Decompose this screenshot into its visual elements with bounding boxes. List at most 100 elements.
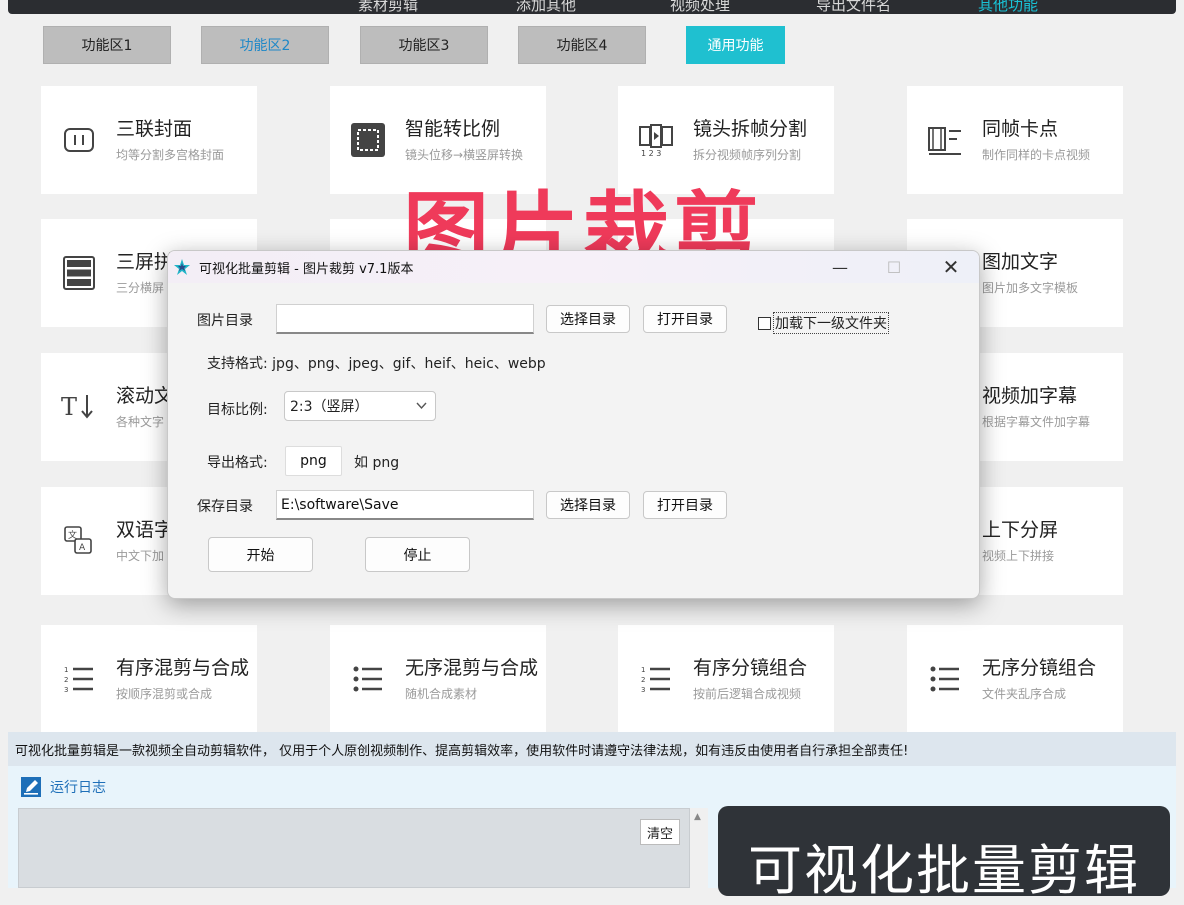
svg-text:3: 3: [64, 686, 68, 694]
zone-4-button[interactable]: 功能区4: [518, 26, 646, 64]
feature-card[interactable]: 无序混剪与合成 随机合成素材: [330, 625, 546, 733]
bullet-list-icon: [350, 661, 386, 697]
minimize-icon[interactable]: —: [820, 255, 860, 279]
export-format-label: 导出格式:: [207, 455, 268, 471]
choose-save-dir-button[interactable]: 选择目录: [546, 491, 630, 519]
feature-card[interactable]: 1 2 3 有序混剪与合成 按顺序混剪或合成: [41, 625, 257, 733]
card-title: 三联封面: [116, 118, 193, 140]
ordered-list-icon: 1 2 3: [638, 661, 674, 697]
zone-1-button[interactable]: 功能区1: [43, 26, 171, 64]
card-subtitle: 三分横屏: [116, 281, 165, 295]
card-subtitle: 文件夹乱序合成: [982, 687, 1067, 701]
card-title: 无序混剪与合成: [405, 657, 539, 679]
svg-text:2: 2: [641, 676, 645, 684]
load-subfolder-label: 加载下一级文件夹: [773, 312, 889, 334]
card-subtitle: 中文下加: [116, 549, 165, 563]
log-textbox[interactable]: [18, 808, 690, 888]
feature-card[interactable]: 1 2 3 有序分镜组合 按前后逻辑合成视频: [618, 625, 834, 733]
chevron-down-icon: [416, 402, 427, 410]
top-menu-item[interactable]: 导出文件名: [816, 0, 891, 14]
target-ratio-select[interactable]: 2:3（竖屏）: [284, 391, 436, 421]
dialog-title: 可视化批量剪辑 - 图片裁剪 v7.1版本: [199, 262, 414, 277]
top-menu-item[interactable]: 素材剪辑: [358, 0, 418, 14]
target-ratio-value: 2:3（竖屏）: [290, 399, 369, 415]
card-subtitle: 制作同样的卡点视频: [982, 148, 1091, 162]
disclaimer-notice: 可视化批量剪辑是一款视频全自动剪辑软件， 仅用于个人原创视频制作、提高剪辑效率，…: [8, 732, 1176, 766]
close-icon[interactable]: ✕: [931, 255, 971, 279]
card-title: 有序分镜组合: [693, 657, 808, 679]
choose-image-dir-button[interactable]: 选择目录: [546, 305, 630, 333]
feature-card[interactable]: 同帧卡点 制作同样的卡点视频: [907, 86, 1123, 194]
top-menu-item[interactable]: 视频处理: [670, 0, 730, 14]
top-menu-item[interactable]: 添加其他: [516, 0, 576, 14]
card-title: 滚动文: [116, 385, 174, 407]
card-subtitle: 根据字幕文件加字幕: [982, 415, 1091, 429]
card-subtitle: 拆分视频帧序列分割: [693, 148, 802, 162]
image-crop-dialog: 可视化批量剪辑 - 图片裁剪 v7.1版本 — ☐ ✕ 图片目录 选择目录 打开…: [167, 250, 980, 599]
translate-icon: 文A: [61, 523, 97, 559]
brand-banner: 可视化批量剪辑: [718, 806, 1170, 902]
log-panel: 运行日志 清空 ▲ 可视化批量剪辑: [8, 766, 1176, 902]
card-subtitle: 镜头位移→横竖屏转换: [405, 148, 524, 162]
split-rectangle-icon: [61, 122, 97, 158]
checkbox-box[interactable]: [758, 316, 771, 330]
feature-card[interactable]: 无序分镜组合 文件夹乱序合成: [907, 625, 1123, 733]
film-strip-list-icon: [927, 122, 963, 158]
image-dir-label: 图片目录: [197, 313, 253, 329]
card-title: 双语字: [116, 519, 174, 541]
card-title: 无序分镜组合: [982, 657, 1097, 679]
save-dir-label: 保存目录: [197, 499, 253, 515]
card-title: 图加文字: [982, 251, 1059, 273]
three-rows-icon: [61, 255, 97, 291]
svg-text:1: 1: [64, 666, 68, 674]
image-dir-input[interactable]: [276, 304, 534, 334]
scroll-up-icon[interactable]: ▲: [694, 812, 701, 822]
stop-button[interactable]: 停止: [365, 537, 470, 572]
export-format-hint: 如 png: [354, 455, 400, 471]
app-logo-icon: [174, 259, 190, 275]
dialog-titlebar[interactable]: 可视化批量剪辑 - 图片裁剪 v7.1版本 — ☐ ✕: [168, 251, 979, 283]
svg-text:2: 2: [64, 676, 68, 684]
export-format-input[interactable]: png: [285, 446, 342, 476]
top-menu-item-active[interactable]: 其他功能: [978, 0, 1038, 14]
log-scrollbar[interactable]: ▲: [690, 808, 708, 888]
film-frames-icon: 1 2 3: [638, 122, 674, 158]
svg-text:1: 1: [641, 666, 645, 674]
supported-formats-text: 支持格式: jpg、png、jpeg、gif、heif、heic、webp: [207, 356, 546, 372]
card-title: 智能转比例: [405, 118, 501, 140]
svg-text:A: A: [79, 543, 86, 553]
card-subtitle: 按顺序混剪或合成: [116, 687, 213, 701]
svg-text:T: T: [61, 393, 77, 421]
log-title: 运行日志: [50, 780, 106, 796]
ordered-list-icon: 1 2 3: [61, 661, 97, 697]
general-functions-button[interactable]: 通用功能: [686, 26, 785, 64]
card-subtitle: 按前后逻辑合成视频: [693, 687, 802, 701]
card-subtitle: 图片加多文字模板: [982, 281, 1079, 295]
clear-log-button[interactable]: 清空: [640, 819, 680, 845]
bullet-list-icon: [927, 661, 963, 697]
crop-frame-icon: [350, 122, 386, 158]
card-subtitle: 随机合成素材: [405, 687, 478, 701]
card-title: 同帧卡点: [982, 118, 1059, 140]
maximize-icon[interactable]: ☐: [874, 255, 914, 279]
top-menu-bar: 素材剪辑 添加其他 视频处理 导出文件名 其他功能: [8, 0, 1176, 14]
open-image-dir-button[interactable]: 打开目录: [643, 305, 727, 333]
feature-card[interactable]: 三联封面 均等分割多宫格封面: [41, 86, 257, 194]
card-title: 上下分屏: [982, 519, 1059, 541]
log-header: 运行日志: [20, 776, 106, 798]
open-save-dir-button[interactable]: 打开目录: [643, 491, 727, 519]
svg-text:1 2 3: 1 2 3: [641, 149, 661, 157]
zone-2-button[interactable]: 功能区2: [201, 26, 329, 64]
card-subtitle: 视频上下拼接: [982, 549, 1055, 563]
card-title: 视频加字幕: [982, 385, 1078, 407]
card-subtitle: 各种文字: [116, 415, 165, 429]
save-dir-input[interactable]: [276, 490, 534, 520]
card-title: 有序混剪与合成: [116, 657, 250, 679]
edit-note-icon: [21, 777, 41, 797]
start-button[interactable]: 开始: [208, 537, 313, 572]
load-subfolder-checkbox[interactable]: 加载下一级文件夹: [758, 312, 889, 334]
svg-text:3: 3: [641, 686, 645, 694]
card-title: 镜头拆帧分割: [693, 118, 808, 140]
card-subtitle: 均等分割多宫格封面: [116, 148, 225, 162]
zone-3-button[interactable]: 功能区3: [360, 26, 488, 64]
